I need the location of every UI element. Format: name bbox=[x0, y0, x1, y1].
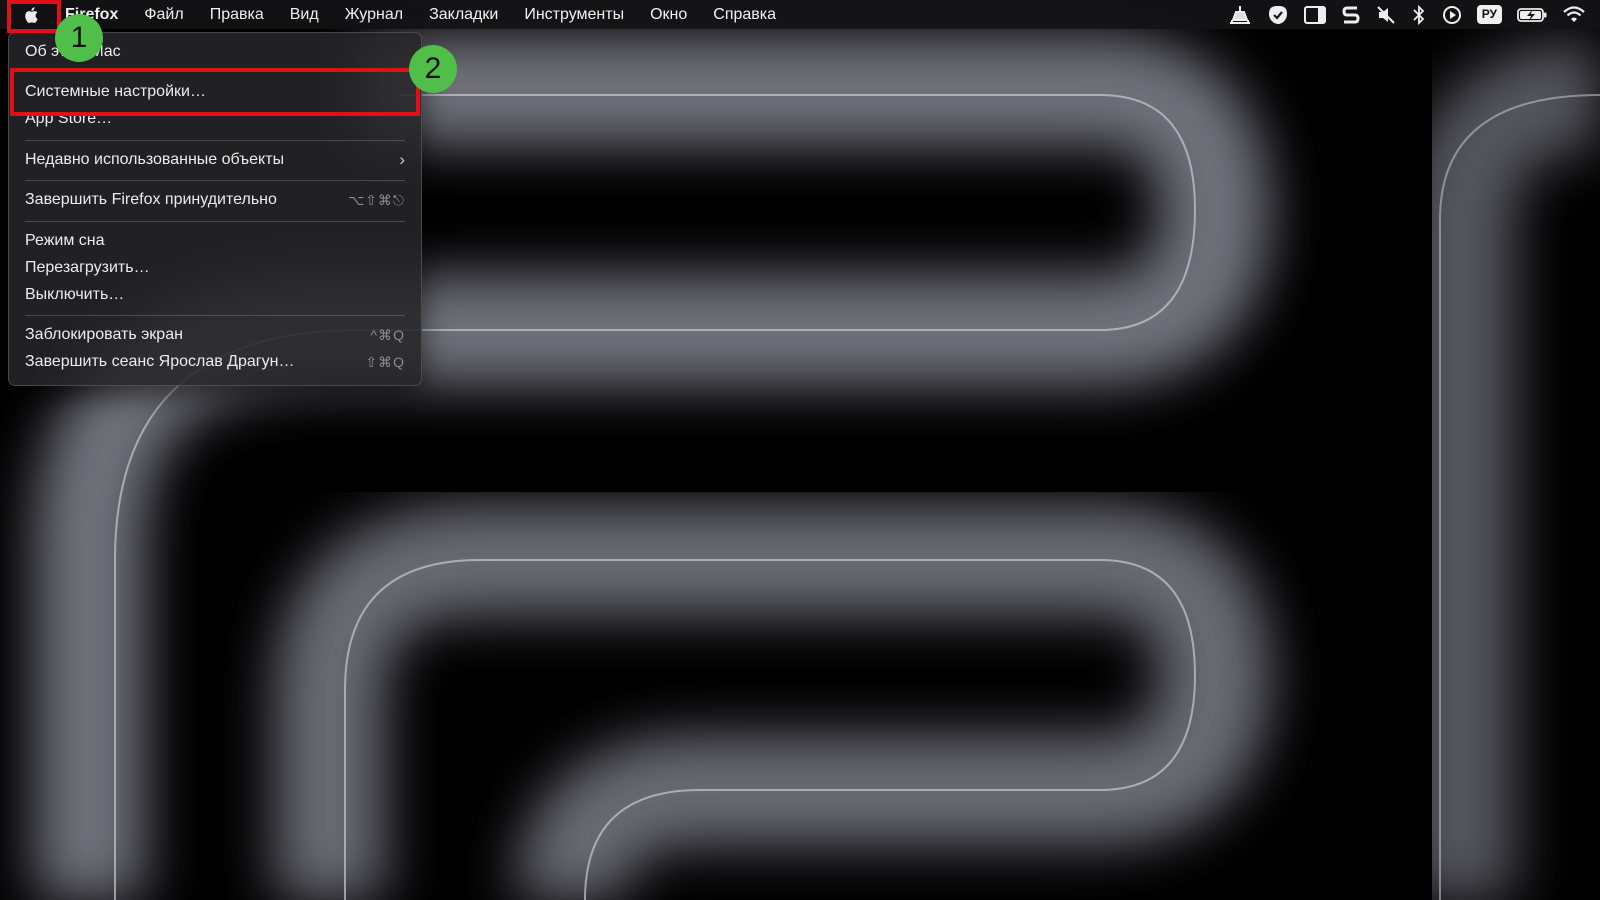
menu-bar: Firefox Файл Правка Вид Журнал Закладки … bbox=[0, 0, 1600, 29]
printer-stand-icon[interactable] bbox=[1227, 0, 1253, 29]
chevron-right-icon: › bbox=[399, 150, 405, 169]
shortcut-label: ^⌘Q bbox=[370, 326, 405, 343]
menu-item-shut-down[interactable]: Выключить… bbox=[25, 283, 405, 307]
menu-item-label: Режим сна bbox=[25, 232, 105, 249]
menu-item-sleep[interactable]: Режим сна bbox=[25, 229, 405, 253]
menu-tools[interactable]: Инструменты bbox=[511, 0, 637, 29]
s-logo-icon[interactable] bbox=[1341, 0, 1361, 29]
menu-item-label: Недавно использованные объекты bbox=[25, 151, 285, 168]
shortcut-label: ⇧⌘Q bbox=[365, 353, 405, 370]
menu-bookmarks[interactable]: Закладки bbox=[416, 0, 511, 29]
highlight-apple-menu bbox=[7, 0, 61, 33]
highlight-system-settings bbox=[10, 68, 420, 116]
sidebar-window-icon[interactable] bbox=[1303, 0, 1327, 29]
menu-item-label: Перезагрузить… bbox=[25, 259, 150, 276]
muted-speaker-icon[interactable] bbox=[1375, 0, 1397, 29]
shortcut-label: ⌥⇧⌘⎋ bbox=[348, 191, 405, 208]
menu-view[interactable]: Вид bbox=[277, 0, 332, 29]
menu-item-force-quit[interactable]: Завершить Firefox принудительно ⌥⇧⌘⎋ bbox=[25, 188, 405, 212]
battery-charging-icon[interactable] bbox=[1516, 0, 1548, 29]
menu-item-label: Выключить… bbox=[25, 286, 125, 303]
menu-edit[interactable]: Правка bbox=[197, 0, 277, 29]
wifi-icon[interactable] bbox=[1562, 0, 1586, 29]
menu-file[interactable]: Файл bbox=[131, 0, 196, 29]
input-language-icon[interactable]: РУ bbox=[1476, 0, 1502, 29]
menu-window[interactable]: Окно bbox=[637, 0, 700, 29]
menu-separator bbox=[25, 315, 405, 316]
menu-item-label: Завершить Firefox принудительно bbox=[25, 191, 277, 208]
menu-separator bbox=[25, 180, 405, 181]
language-badge: РУ bbox=[1476, 5, 1502, 24]
menu-help[interactable]: Справка bbox=[700, 0, 789, 29]
menu-separator bbox=[25, 140, 405, 141]
step-badge-1: 1 bbox=[55, 14, 103, 62]
menu-item-restart[interactable]: Перезагрузить… bbox=[25, 256, 405, 280]
menu-item-label: Завершить сеанс Ярослав Драгун… bbox=[25, 353, 295, 370]
play-circle-icon[interactable] bbox=[1441, 0, 1463, 29]
menu-item-lock-screen[interactable]: Заблокировать экран ^⌘Q bbox=[25, 323, 405, 347]
menu-item-label: Заблокировать экран bbox=[25, 326, 183, 343]
menu-item-log-out[interactable]: Завершить сеанс Ярослав Драгун… ⇧⌘Q bbox=[25, 350, 405, 374]
step-badge-2: 2 bbox=[409, 45, 457, 93]
menu-item-recent-items[interactable]: Недавно использованные объекты › bbox=[25, 148, 405, 172]
menu-history[interactable]: Журнал bbox=[332, 0, 416, 29]
bluetooth-icon[interactable] bbox=[1411, 0, 1427, 29]
status-area: РУ bbox=[1227, 0, 1600, 29]
menu-separator bbox=[25, 221, 405, 222]
check-shield-icon[interactable] bbox=[1267, 0, 1289, 29]
